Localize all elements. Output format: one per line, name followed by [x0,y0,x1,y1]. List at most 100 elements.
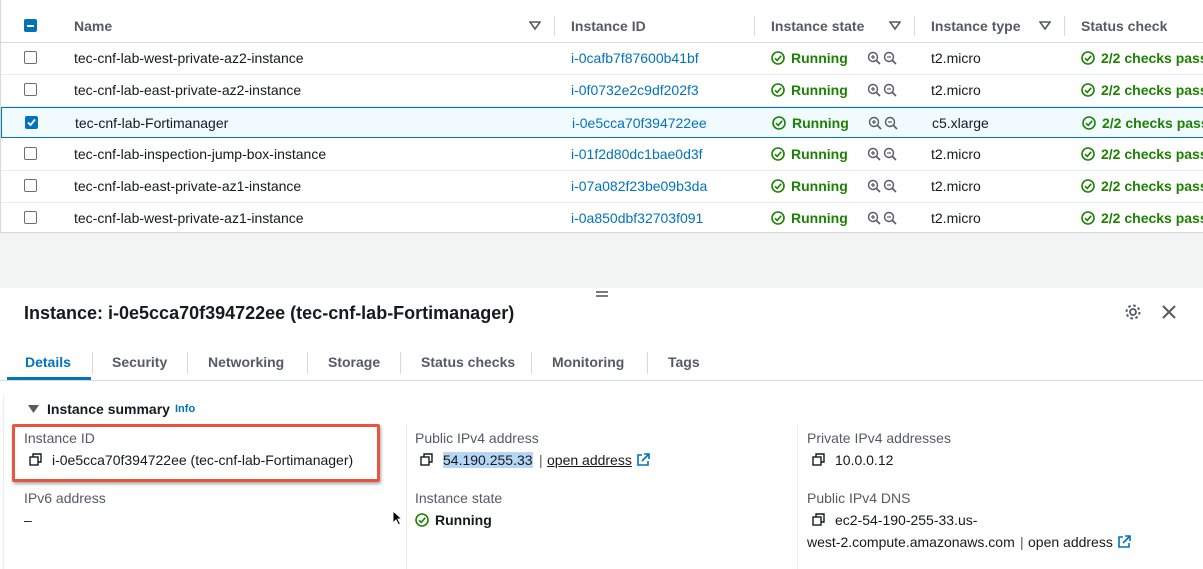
tab-monitoring[interactable]: Monitoring [552,348,624,378]
instance-type: t2.micro [931,178,981,194]
success-check-icon [771,51,785,65]
tab-networking[interactable]: Networking [208,348,284,378]
instance-state: Running [791,82,848,98]
column-divider [406,424,407,569]
success-check-icon [1081,179,1095,193]
status-check: 2/2 checks passe [1101,82,1203,98]
instance-name: tec-cnf-lab-west-private-az1-instance [74,210,304,226]
open-address-link[interactable]: open address [1028,534,1113,550]
tab-divider [647,352,648,374]
sort-icon[interactable] [889,19,901,31]
success-check-icon [771,83,785,97]
instance-name: tec-cnf-lab-Fortimanager [75,115,229,131]
zoom-icon[interactable] [867,51,899,65]
success-check-icon [771,147,785,161]
table-row[interactable]: tec-cnf-lab-east-private-az1-instance i-0… [1,171,1203,203]
column-divider [1064,16,1065,36]
instance-id-link[interactable]: i-0e5cca70f394722ee [572,108,707,139]
instance-id-link[interactable]: i-07a082f23be09b3da [571,171,707,202]
instance-name: tec-cnf-lab-east-private-az2-instance [74,82,302,98]
zoom-icon[interactable] [867,179,899,193]
copy-icon[interactable] [420,453,433,466]
table-footer-area [0,232,1203,288]
tab-divider [531,352,532,374]
zoom-icon[interactable] [867,83,899,97]
instance-id-link[interactable]: i-0a850dbf32703f091 [571,203,703,234]
status-check: 2/2 checks passe [1102,115,1203,131]
public-dns-label: Public IPv4 DNS [807,490,911,506]
info-link[interactable]: Info [175,403,195,415]
column-header-instance-state[interactable]: Instance state [771,10,864,42]
ipv6-address-label: IPv6 address [24,490,106,506]
table-row[interactable]: tec-cnf-lab-Fortimanager i-0e5cca70f39472… [1,107,1203,138]
instance-id-link[interactable]: i-01f2d80dc1bae0d3f [571,139,703,170]
row-checkbox[interactable] [24,211,37,224]
instance-summary-heading[interactable]: Instance summary [47,401,170,417]
tab-details[interactable]: Details [25,348,71,378]
instance-state: Running [792,115,849,131]
public-dns-value-line1: ec2-54-190-255-33.us- [835,512,978,528]
table-row[interactable]: tec-cnf-lab-west-private-az1-instance i-0… [1,203,1203,235]
tab-storage[interactable]: Storage [328,348,380,378]
instance-state: Running [791,210,848,226]
column-header-instance-id[interactable]: Instance ID [571,10,646,42]
instance-type: t2.micro [931,146,981,162]
row-checkbox[interactable] [24,179,37,192]
success-check-icon [1081,83,1095,97]
status-check: 2/2 checks passe [1101,178,1203,194]
mouse-cursor-icon [392,510,403,526]
private-ipv4-value: 10.0.0.12 [835,452,894,468]
close-icon[interactable] [1161,304,1177,320]
resize-handle-icon[interactable] [595,290,609,298]
settings-gear-icon[interactable] [1124,303,1142,321]
public-ipv4-label: Public IPv4 address [415,430,539,446]
zoom-icon[interactable] [867,147,899,161]
external-link-icon[interactable] [1117,535,1131,549]
open-address-link[interactable]: open address [547,452,632,468]
column-divider [797,424,798,569]
copy-icon[interactable] [812,453,825,466]
row-checkbox[interactable] [25,116,38,129]
caret-down-icon[interactable] [28,404,39,414]
tab-divider [307,352,308,374]
column-divider [554,16,555,36]
table-row[interactable]: tec-cnf-lab-west-private-az2-instance i-0… [1,43,1203,75]
highlight-box [12,424,380,482]
separator: | [1020,534,1024,550]
instance-id-link[interactable]: i-0cafb7f87600b41bf [571,43,699,74]
public-dns-value-line2: west-2.compute.amazonaws.com [807,534,1015,550]
copy-icon[interactable] [812,513,825,526]
sort-icon[interactable] [529,19,541,31]
table-row[interactable]: tec-cnf-lab-inspection-jump-box-instance… [1,139,1203,171]
ipv6-address-value: – [24,512,32,528]
column-divider [914,16,915,36]
instance-id-link[interactable]: i-0f0732e2c9df202f3 [571,75,699,106]
private-ipv4-label: Private IPv4 addresses [807,430,951,446]
row-checkbox[interactable] [24,147,37,160]
table-row[interactable]: tec-cnf-lab-east-private-az2-instance i-0… [1,75,1203,107]
success-check-icon [771,211,785,225]
detail-title: Instance: i-0e5cca70f394722ee (tec-cnf-l… [24,303,515,323]
instance-type: c5.xlarge [932,115,989,131]
column-header-instance-type[interactable]: Instance type [931,10,1020,42]
instance-state: Running [791,146,848,162]
instance-type: t2.micro [931,82,981,98]
column-header-name[interactable]: Name [74,10,112,42]
public-ipv4-value[interactable]: 54.190.255.33 [443,452,533,468]
tab-status-checks[interactable]: Status checks [421,348,515,378]
zoom-icon[interactable] [867,211,899,225]
sort-icon[interactable] [1039,19,1051,31]
column-header-status-check[interactable]: Status check [1081,10,1167,42]
row-checkbox[interactable] [24,51,37,64]
select-all-checkbox[interactable] [24,19,37,32]
table-header: Name Instance ID Instance state Instance… [1,10,1203,43]
zoom-icon[interactable] [868,116,900,130]
success-check-icon [1081,147,1095,161]
external-link-icon[interactable] [636,453,650,467]
status-check: 2/2 checks passe [1101,210,1203,226]
row-checkbox[interactable] [24,83,37,96]
tab-tags[interactable]: Tags [668,348,700,378]
tab-security[interactable]: Security [112,348,167,378]
detail-tabs: Details Security Networking Storage Stat… [0,348,1203,381]
instance-name: tec-cnf-lab-east-private-az1-instance [74,178,302,194]
